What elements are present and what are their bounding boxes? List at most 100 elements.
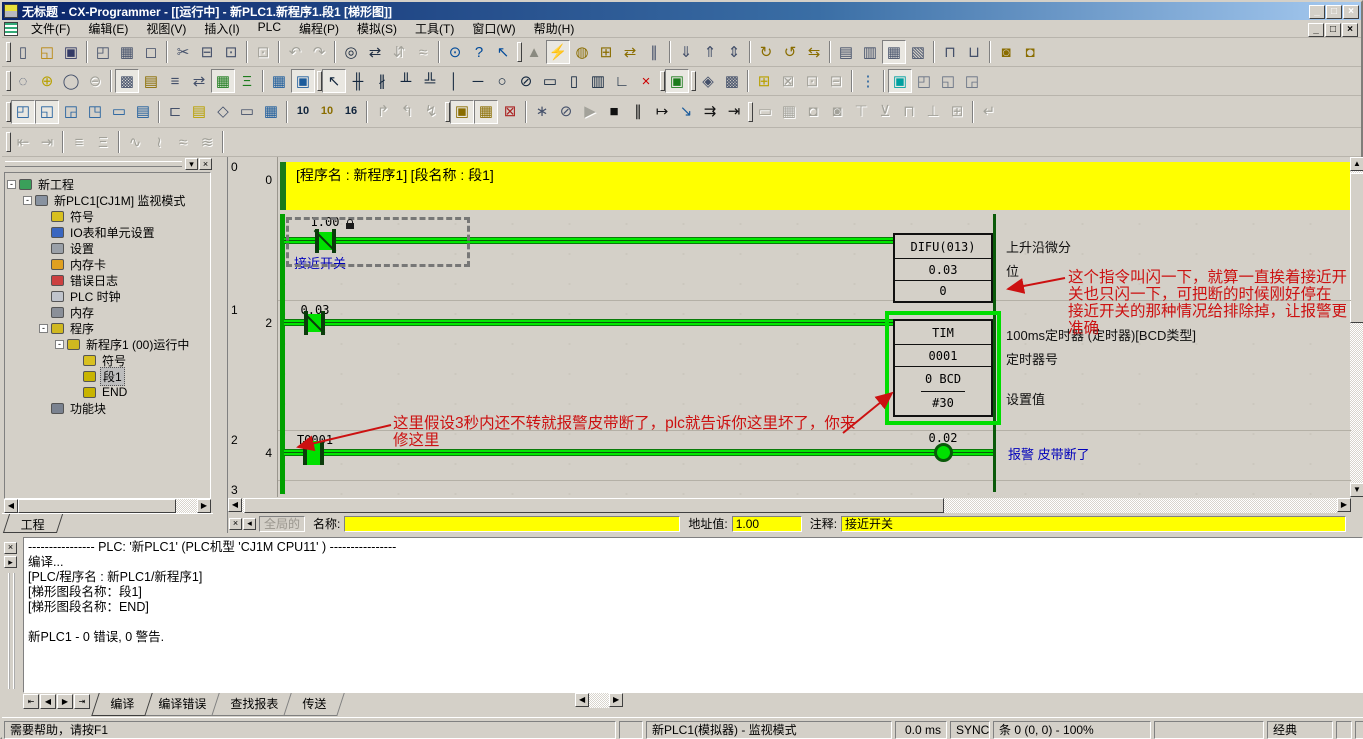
fb-debug-2-icon[interactable]: ▦	[777, 100, 801, 124]
fb-debug-1-icon[interactable]: ▭	[753, 100, 777, 124]
step-box-icon[interactable]: ⊓	[897, 100, 921, 124]
addressbar-close-button[interactable]: ×	[229, 518, 242, 530]
menu-item[interactable]: 编辑(E)	[79, 18, 137, 39]
tree-expander-icon[interactable]: -	[7, 180, 16, 189]
mode-program-icon[interactable]: ▤	[834, 40, 858, 64]
name-input[interactable]	[344, 516, 680, 532]
menu-item[interactable]: 插入(I)	[195, 18, 248, 39]
force-unlock-icon[interactable]: ◘	[1018, 40, 1042, 64]
symbol-bar-icon[interactable]: Ξ	[235, 69, 259, 93]
properties-icon[interactable]: ▤	[131, 100, 155, 124]
menu-item[interactable]: 文件(F)	[22, 18, 79, 39]
instruction-operand-2[interactable]: 0	[895, 281, 991, 301]
online-edit-icon[interactable]: ⊞	[594, 40, 618, 64]
step-out-icon[interactable]: ⇥	[722, 100, 746, 124]
output-grip[interactable]	[8, 573, 15, 689]
transfer-symbols-icon[interactable]: ↺	[778, 40, 802, 64]
panel-splitter[interactable]	[213, 157, 227, 533]
redo-icon[interactable]: ↷	[307, 40, 331, 64]
differential-monitor-icon[interactable]: ⊔	[962, 40, 986, 64]
compare-with-plc-icon[interactable]: ⇕	[722, 40, 746, 64]
sim-stop-icon[interactable]: ■	[602, 100, 626, 124]
pause-monitor-icon[interactable]: ∥	[642, 40, 666, 64]
tab-scroll-prev[interactable]: ◀	[40, 694, 56, 709]
return-icon[interactable]: ↵	[977, 100, 1001, 124]
align-list-icon[interactable]: ≡	[67, 130, 91, 154]
menu-item[interactable]: 模拟(S)	[348, 18, 406, 39]
t-branch-icon[interactable]: ⊻	[873, 100, 897, 124]
menu-item[interactable]: 工具(T)	[406, 18, 463, 39]
zoom-100-icon[interactable]: ◯	[59, 69, 83, 93]
maximize-button[interactable]: □	[1326, 5, 1342, 19]
step-into-icon[interactable]: ↘	[674, 100, 698, 124]
scroll-up-icon[interactable]: ▲	[1350, 157, 1363, 171]
tree-panel-grip[interactable]: ▾ ×	[2, 157, 213, 171]
action-block-icon[interactable]: ⊞	[945, 100, 969, 124]
instruction-operand-1[interactable]: 0.03	[895, 259, 991, 281]
tree-item-function-block[interactable]: 功能块	[5, 400, 210, 416]
output-window-icon[interactable]: ◲	[59, 100, 83, 124]
compile-icon[interactable]: ⚡	[546, 40, 570, 64]
tree-expander-icon[interactable]: -	[55, 340, 64, 349]
sim-console-icon[interactable]: ▣	[450, 100, 474, 124]
symbol-table-icon[interactable]: ▤	[187, 100, 211, 124]
print-preview-icon[interactable]: ◻	[139, 40, 163, 64]
section-cut-icon[interactable]: ⊏	[163, 100, 187, 124]
tree-close-button[interactable]: ×	[199, 158, 212, 170]
copy-icon[interactable]: ⊟	[195, 40, 219, 64]
mode-debug-icon[interactable]: ▥	[858, 40, 882, 64]
fb-page1-icon[interactable]: ◰	[912, 69, 936, 93]
monitor-in-rung-icon[interactable]: ▦	[211, 69, 235, 93]
comment-input[interactable]	[841, 516, 1346, 532]
scroll-right-icon[interactable]: ▶	[197, 499, 211, 513]
instruction-icon[interactable]: ▭	[538, 69, 562, 93]
force-cancel-icon[interactable]: ↯	[419, 100, 443, 124]
contact-closed-icon[interactable]: ∦	[370, 69, 394, 93]
tab-project[interactable]: 工程	[3, 514, 63, 533]
style-2-icon[interactable]: ≀	[147, 130, 171, 154]
find-error-icon[interactable]: ◍	[570, 40, 594, 64]
tree-item-io-table[interactable]: IO表和单元设置	[5, 224, 210, 240]
mode-monitor-icon[interactable]: ▦	[882, 40, 906, 64]
project-window-icon[interactable]: ◱	[35, 100, 59, 124]
ladder-canvas[interactable]: 0 0 1 2 2 4 3 [程序名 : 新程序1] [段名称 : 段1]	[228, 157, 1351, 497]
rung-comment-icon[interactable]: ▤	[139, 69, 163, 93]
program-check-icon[interactable]: ▲	[522, 40, 546, 64]
scroll-left-icon[interactable]: ◀	[228, 498, 242, 512]
menu-item[interactable]: 帮助(H)	[525, 18, 584, 39]
tab-compile[interactable]: 编译	[91, 693, 152, 716]
zoom-tool-icon[interactable]: ◌	[11, 69, 35, 93]
io-refresh-icon[interactable]: ⇄	[187, 69, 211, 93]
context-help-icon[interactable]: ↖	[491, 40, 515, 64]
print-report-icon[interactable]: ◰	[91, 40, 115, 64]
style-1-icon[interactable]: ∿	[123, 130, 147, 154]
ci-instruction-icon[interactable]: ▣	[291, 69, 315, 93]
smart-input-icon[interactable]: ▦	[267, 69, 291, 93]
sim-pause-icon[interactable]: ∥	[626, 100, 650, 124]
menu-item[interactable]: PLC	[249, 18, 290, 39]
tree-item-plc-clock[interactable]: PLC 时钟	[5, 288, 210, 304]
about-icon[interactable]: ⊙	[443, 40, 467, 64]
help-icon[interactable]: ?	[467, 40, 491, 64]
zoom-in-icon[interactable]: ⊕	[35, 69, 59, 93]
set-breakpoint-icon[interactable]: ∗	[530, 100, 554, 124]
output-expand-button[interactable]: ▸	[4, 556, 17, 568]
section-header-comment[interactable]: [程序名 : 新程序1] [段名称 : 段1]	[280, 162, 1350, 210]
symbol-delete-icon[interactable]: ⊠	[776, 69, 800, 93]
sim-step-run-icon[interactable]: ↦	[650, 100, 674, 124]
tree-item-error-log[interactable]: 错误日志	[5, 272, 210, 288]
mode-run-icon[interactable]: ▧	[906, 40, 930, 64]
tab-scroll-last[interactable]: ⇥	[74, 694, 90, 709]
zoom-out-icon[interactable]: ⊖	[83, 69, 107, 93]
tree-item-settings[interactable]: 设置	[5, 240, 210, 256]
nc-contact-0.03[interactable]	[304, 311, 325, 335]
fb-library-icon[interactable]: ⋮	[856, 69, 880, 93]
line-connect-icon[interactable]: ∟	[610, 69, 634, 93]
minimize-button[interactable]: _	[1308, 23, 1324, 37]
tree-expander-icon[interactable]: -	[23, 196, 32, 205]
scroll-right-icon[interactable]: ▶	[1337, 498, 1351, 512]
scroll-down-icon[interactable]: ▼	[1350, 483, 1363, 497]
tab-scroll-first[interactable]: ⇤	[23, 694, 39, 709]
style-4-icon[interactable]: ≋	[195, 130, 219, 154]
upload-from-plc-icon[interactable]: ⇑	[698, 40, 722, 64]
